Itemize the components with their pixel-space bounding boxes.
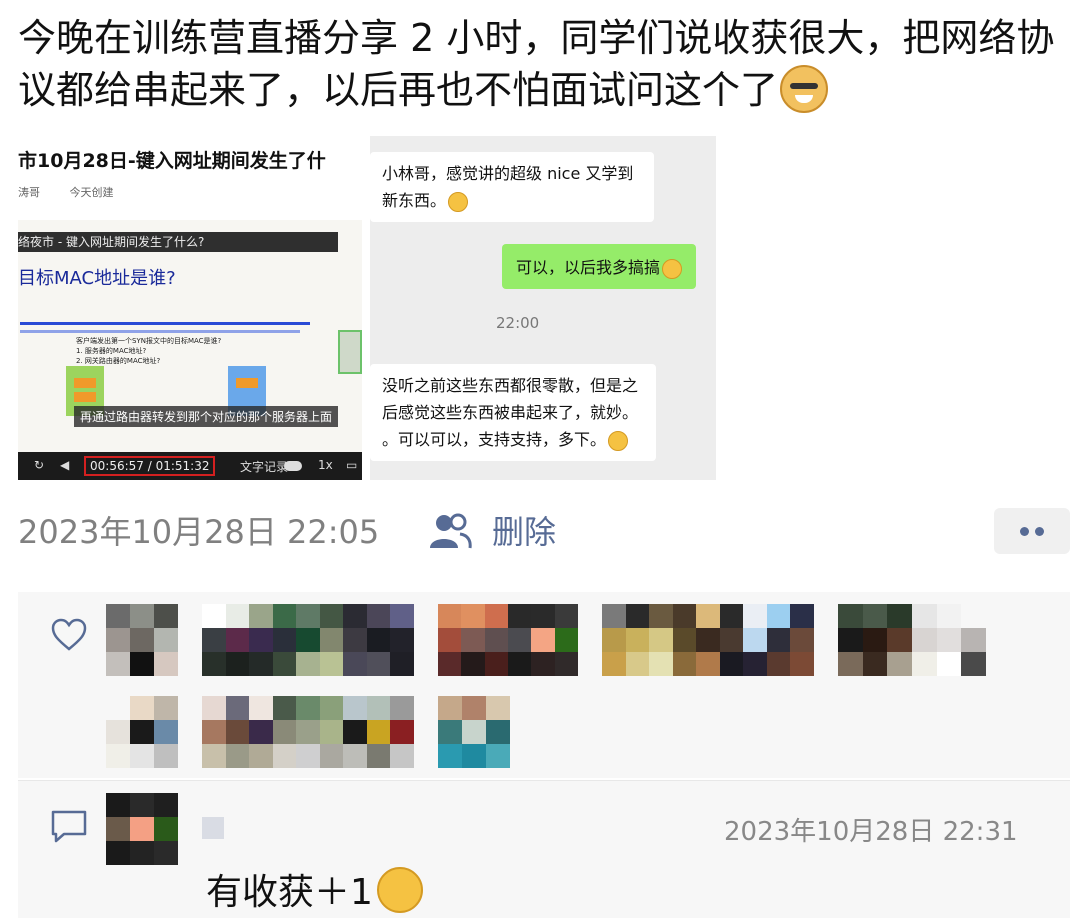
post-timestamp: 2023年10月28日 22:05 (18, 513, 380, 551)
comments-panel: 2023年10月28日 22:31 有收获＋1 (18, 780, 1070, 918)
video-player[interactable]: 络夜市 - 键入网址期间发生了什么? 目标MAC地址是谁? 客户端发出第一个SY… (18, 220, 362, 480)
delete-button[interactable]: 删除 (492, 507, 556, 553)
smile-emoji-icon (662, 258, 683, 279)
packet-line (20, 322, 310, 325)
more-options-button[interactable] (994, 508, 1070, 554)
chat-message-2-text: 没听之前这些东西都很零散，但是之后感觉这些东西被串起来了，就妙。 。可以可以，支… (382, 376, 639, 449)
likes-panel (18, 592, 1070, 778)
chat-message-1: 小林哥，感觉讲的超级 nice 又学到新东西。 (370, 152, 654, 222)
caption-toggle[interactable] (284, 461, 302, 471)
commenter-name[interactable] (202, 817, 224, 839)
comment-time: 2023年10月28日 22:31 (724, 817, 1018, 847)
liker-avatar[interactable] (202, 696, 414, 768)
video-screen: 络夜市 - 键入网址期间发生了什么? 目标MAC地址是谁? 客户端发出第一个SY… (18, 220, 362, 452)
video-top-bar: 络夜市 - 键入网址期间发生了什么? (18, 232, 338, 252)
video-question: 客户端发出第一个SYN报文中的目标MAC是谁? (76, 337, 222, 345)
chat-time: 22:00 (496, 314, 540, 332)
video-subtitle: 再通过路由器转发到那个对应的那个服务器上面 (74, 406, 339, 427)
smile-emoji-icon (608, 430, 629, 451)
article-meta: 涛哥 今天创建 (18, 184, 140, 200)
thinking-emoji-icon (376, 867, 423, 913)
post-image-article[interactable]: 市10月28日-键入网址期间发生了什 涛哥 今天创建 络夜市 - 键入网址期间发… (18, 136, 362, 480)
liker-avatar[interactable] (438, 604, 578, 676)
video-controls: ↻ ◀ 00:56:57 / 01:51:32 文字记录 1x ▭ (18, 452, 362, 480)
visibility-icon[interactable] (428, 512, 472, 550)
chat-message-1-text: 小林哥，感觉讲的超级 nice 又学到新东西。 (382, 164, 634, 210)
liker-avatar[interactable] (438, 696, 510, 768)
heart-icon (51, 618, 87, 651)
video-option-2: 2. 网关路由器的MAC地址? (76, 357, 161, 365)
volume-icon[interactable]: ◀ (60, 458, 69, 472)
comment-text: 有收获＋1 (206, 872, 373, 913)
chat-reply-text: 可以，以后我多搞搞 (516, 258, 661, 277)
device-port (74, 378, 96, 388)
device-port (74, 392, 96, 402)
post-image-chat[interactable]: 小林哥，感觉讲的超级 nice 又学到新东西。 可以，以后我多搞搞 22:00 … (370, 136, 716, 480)
post-body: 今晚在训练营直播分享 2 小时，同学们说收获很大，把网络协议都给串起来了，以后再… (18, 16, 1055, 112)
doge-emoji-icon (780, 64, 829, 113)
video-time: 00:56:57 / 01:51:32 (84, 456, 216, 476)
article-author: 涛哥 (18, 186, 40, 199)
presenter-thumb (338, 330, 362, 374)
liker-avatar[interactable] (106, 696, 178, 768)
packet-line (20, 330, 300, 333)
device-port (236, 378, 258, 388)
commenter-avatar[interactable] (106, 793, 178, 865)
article-date: 今天创建 (69, 186, 114, 199)
caption-toggle-label: 文字记录 (240, 460, 289, 474)
chat-reply: 可以，以后我多搞搞 (502, 244, 697, 289)
chat-message-2: 没听之前这些东西都很零散，但是之后感觉这些东西被串起来了，就妙。 。可以可以，支… (370, 364, 656, 461)
comment-icon (51, 810, 87, 843)
speed-button[interactable]: 1x (318, 458, 333, 472)
grin-emoji-icon (448, 191, 469, 212)
comment-text-row: 有收获＋1 (206, 863, 423, 917)
liker-avatar[interactable] (202, 604, 414, 676)
liker-avatar[interactable] (838, 604, 986, 676)
video-heading: 目标MAC地址是谁? (18, 268, 176, 289)
fullscreen-icon[interactable]: ▭ (346, 458, 357, 472)
liker-avatar[interactable] (602, 604, 814, 676)
replay-icon[interactable]: ↻ (34, 458, 44, 472)
article-title: 市10月28日-键入网址期间发生了什 (18, 150, 326, 172)
post-text: 今晚在训练营直播分享 2 小时，同学们说收获很大，把网络协议都给串起来了，以后再… (18, 12, 1058, 117)
video-option-1: 1. 服务器的MAC地址? (76, 347, 147, 355)
liker-avatar[interactable] (106, 604, 178, 676)
